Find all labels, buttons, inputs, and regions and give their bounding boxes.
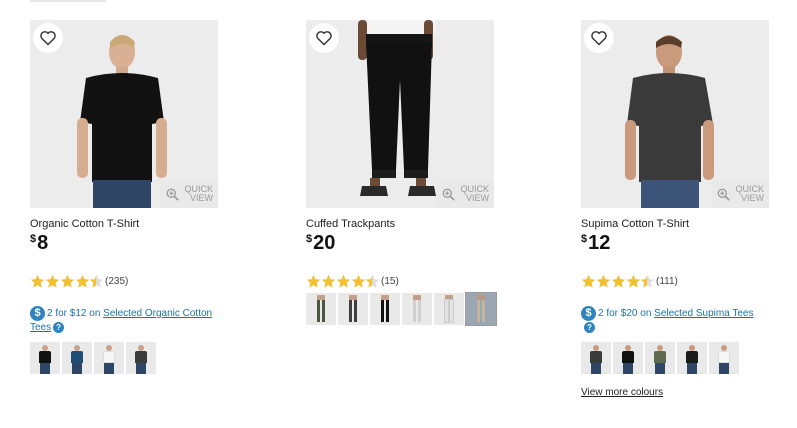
swatch-white[interactable] bbox=[709, 342, 739, 374]
product-card-supima-cotton-tshirt: QUICK VIEW Supima Cotton T-Shirt $12 (11… bbox=[581, 20, 781, 398]
swatch-black[interactable] bbox=[30, 342, 60, 374]
product-price: $8 bbox=[30, 232, 48, 255]
favorite-button[interactable] bbox=[584, 23, 614, 53]
heart-outline-icon bbox=[316, 31, 332, 46]
stars bbox=[581, 274, 655, 289]
swatch-jet-black[interactable] bbox=[677, 342, 707, 374]
promo-text: 2 for $20 on bbox=[598, 308, 655, 320]
product-image[interactable]: QUICK VIEW bbox=[306, 20, 494, 208]
quick-view-label: QUICK VIEW bbox=[735, 184, 764, 203]
review-count: (15) bbox=[381, 275, 399, 287]
star-icons bbox=[306, 274, 380, 288]
colour-swatches bbox=[581, 342, 739, 374]
quick-view-button[interactable]: QUICK VIEW bbox=[160, 180, 218, 208]
star-rating[interactable]: (111) bbox=[581, 273, 678, 289]
favorite-button[interactable] bbox=[33, 23, 63, 53]
currency-symbol: $ bbox=[306, 233, 313, 245]
question-circle-icon[interactable]: ? bbox=[584, 321, 595, 333]
product-card-organic-cotton-tshirt: QUICK VIEW Organic Cotton T-Shirt $8 (23… bbox=[30, 20, 230, 374]
product-image[interactable]: QUICK VIEW bbox=[581, 20, 769, 208]
swatch-navy[interactable] bbox=[62, 342, 92, 374]
top-divider-stub bbox=[30, 0, 106, 2]
price-value: 8 bbox=[37, 232, 49, 254]
dollar-circle-icon: $ bbox=[30, 306, 45, 321]
swatch-white[interactable] bbox=[94, 342, 124, 374]
product-name[interactable]: Supima Cotton T-Shirt bbox=[581, 218, 689, 230]
stars bbox=[30, 274, 104, 289]
product-image[interactable]: QUICK VIEW bbox=[30, 20, 218, 208]
magnifier-plus-icon bbox=[166, 188, 179, 201]
star-rating[interactable]: (15) bbox=[306, 273, 399, 289]
swatch-grey-marle[interactable] bbox=[402, 293, 432, 325]
star-icons bbox=[30, 274, 104, 288]
multibuy-promo: $2 for $20 on Selected Supima Tees? bbox=[581, 306, 781, 334]
product-name[interactable]: Organic Cotton T-Shirt bbox=[30, 218, 139, 230]
star-icons bbox=[581, 274, 655, 288]
swatch-charcoal[interactable] bbox=[581, 342, 611, 374]
review-count: (111) bbox=[656, 275, 678, 287]
product-card-cuffed-trackpants: QUICK VIEW Cuffed Trackpants $20 (15) bbox=[306, 20, 506, 326]
magnifier-plus-icon bbox=[717, 188, 730, 201]
product-name[interactable]: Cuffed Trackpants bbox=[306, 218, 395, 230]
quick-view-button[interactable]: QUICK VIEW bbox=[711, 180, 769, 208]
quick-view-label: QUICK VIEW bbox=[184, 184, 213, 203]
view-more-colours-link[interactable]: View more colours bbox=[581, 387, 663, 398]
swatch-khaki[interactable] bbox=[306, 293, 336, 325]
promo-link[interactable]: Selected Supima Tees bbox=[654, 308, 753, 319]
colour-swatches bbox=[30, 342, 156, 374]
star-rating[interactable]: (235) bbox=[30, 273, 128, 289]
heart-outline-icon bbox=[591, 31, 607, 46]
swatch-black[interactable] bbox=[613, 342, 643, 374]
multibuy-promo: $2 for $12 on Selected Organic Cotton Te… bbox=[30, 306, 230, 334]
heart-outline-icon bbox=[40, 31, 56, 46]
product-price: $20 bbox=[306, 232, 335, 255]
promo-text: 2 for $12 on bbox=[47, 308, 104, 320]
swatch-black[interactable] bbox=[370, 293, 400, 325]
price-value: 12 bbox=[588, 232, 611, 254]
currency-symbol: $ bbox=[30, 233, 37, 245]
product-price: $12 bbox=[581, 232, 610, 255]
favorite-button[interactable] bbox=[309, 23, 339, 53]
swatch-blue-grey[interactable] bbox=[465, 292, 497, 326]
swatch-olive[interactable] bbox=[645, 342, 675, 374]
swatch-light-grey[interactable] bbox=[434, 293, 464, 325]
quick-view-button[interactable]: QUICK VIEW bbox=[436, 180, 494, 208]
price-value: 20 bbox=[313, 232, 336, 254]
currency-symbol: $ bbox=[581, 233, 588, 245]
swatch-charcoal[interactable] bbox=[126, 342, 156, 374]
quick-view-label: QUICK VIEW bbox=[460, 184, 489, 203]
dollar-circle-icon: $ bbox=[581, 306, 596, 321]
swatch-charcoal[interactable] bbox=[338, 293, 368, 325]
magnifier-plus-icon bbox=[442, 188, 455, 201]
question-circle-icon[interactable]: ? bbox=[53, 321, 65, 333]
colour-swatches bbox=[306, 292, 497, 326]
stars bbox=[306, 274, 380, 289]
review-count: (235) bbox=[105, 275, 129, 287]
